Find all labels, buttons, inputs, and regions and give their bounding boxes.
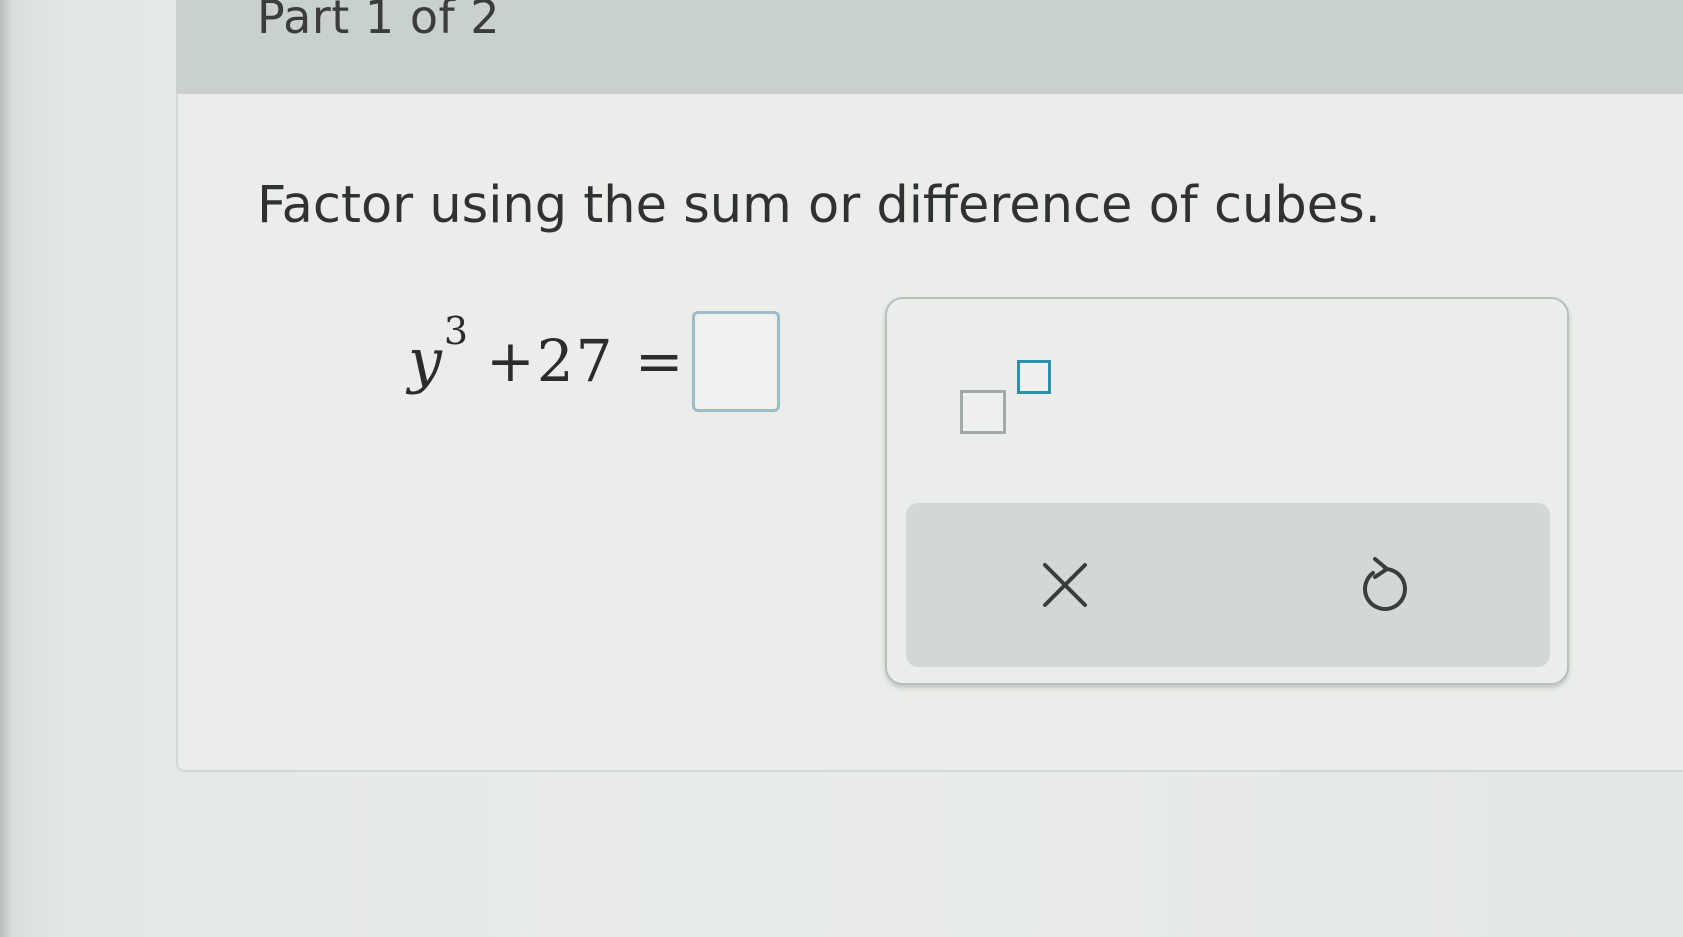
equation-exponent: 3 <box>443 309 469 353</box>
clear-x-icon <box>1039 559 1091 611</box>
screen-bezel <box>0 0 12 937</box>
answer-input[interactable] <box>692 311 780 412</box>
part-label: Part 1 of 2 <box>257 0 501 44</box>
equation-variable: y <box>408 326 442 396</box>
equation: y 3 +27 = <box>408 306 686 416</box>
exponent-template-button[interactable] <box>960 358 1060 438</box>
screen: Part 1 of 2 Factor using the sum or diff… <box>0 0 1683 937</box>
exponent-base-box-icon <box>960 390 1006 434</box>
undo-button[interactable] <box>1325 530 1445 640</box>
clear-button[interactable] <box>1005 530 1125 640</box>
undo-arrow-icon <box>1357 555 1413 615</box>
equation-rest: +27 = <box>486 327 686 395</box>
exponent-power-box-icon <box>1017 360 1051 394</box>
action-bar <box>906 503 1550 667</box>
question-prompt: Factor using the sum or difference of cu… <box>257 176 1381 235</box>
